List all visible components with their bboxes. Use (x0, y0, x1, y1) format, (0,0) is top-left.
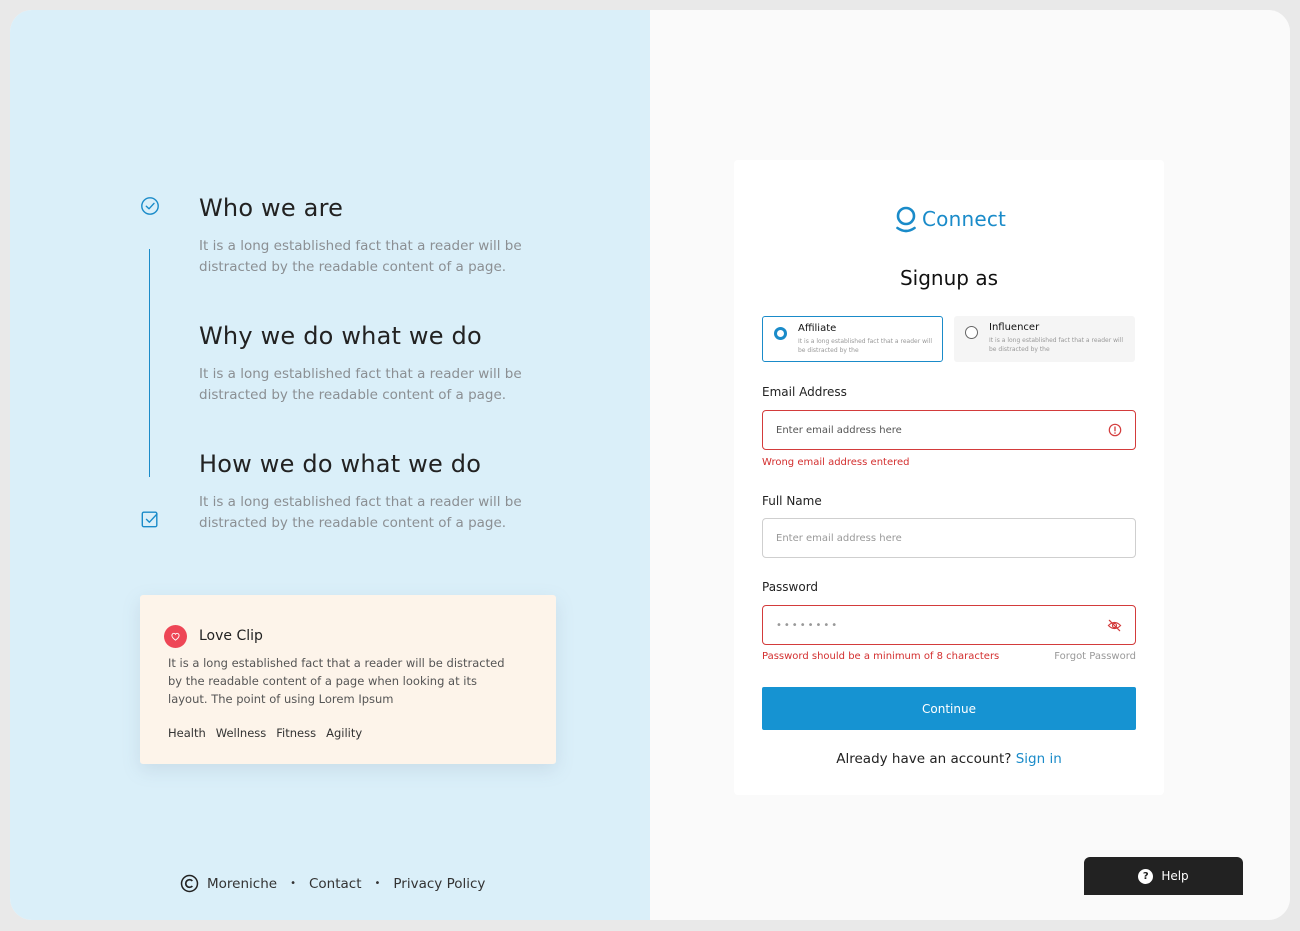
option-title: Affiliate (798, 323, 837, 334)
name-field[interactable]: Enter email address here (762, 518, 1136, 558)
password-label: Password (762, 580, 819, 594)
section-who-we-are: Who we are It is a long established fact… (199, 194, 559, 278)
section-heading: Who we are (199, 194, 344, 222)
email-error: Wrong email address entered (762, 457, 910, 468)
form-title: Signup as (899, 266, 999, 290)
continue-button[interactable]: Continue (762, 687, 1136, 730)
tag: Wellness (215, 726, 267, 740)
error-info-icon (1108, 423, 1122, 437)
email-label: Email Address (762, 385, 847, 399)
brand-name: Connect (922, 207, 1007, 231)
radio-selected-icon[interactable] (774, 327, 787, 340)
app-frame: Who we are It is a long established fact… (10, 10, 1290, 920)
check-square-icon (141, 511, 158, 528)
section-heading: Why we do what we do (199, 322, 482, 350)
footer-link-contact[interactable]: Contact (309, 876, 362, 892)
card-text: It is a long established fact that a rea… (168, 656, 505, 706)
section-text: It is a long established fact that a rea… (199, 366, 522, 403)
copyright-icon (180, 874, 199, 893)
section-heading: How we do what we do (199, 450, 482, 478)
love-clip-logo-icon (164, 625, 187, 648)
signin-text: Already have an account? (836, 751, 1012, 767)
forgot-password-link[interactable]: Forgot Password (1054, 651, 1136, 662)
password-field[interactable]: •••••••• (762, 605, 1136, 645)
footer-separator: • (374, 878, 381, 889)
help-label: Help (1161, 869, 1189, 883)
email-field[interactable]: Enter email address here (762, 410, 1136, 450)
testimonial-card: Love Clip It is a long established fact … (140, 595, 556, 764)
option-desc: It is a long established fact that a rea… (798, 338, 933, 354)
check-circle-icon (141, 197, 159, 215)
option-desc: It is a long established fact that a rea… (989, 337, 1124, 353)
name-placeholder: Enter email address here (776, 532, 902, 544)
password-error: Password should be a minimum of 8 charac… (762, 651, 1000, 662)
option-influencer[interactable]: Influencer It is a long established fact… (954, 316, 1135, 362)
signin-link[interactable]: Sign in (1016, 751, 1062, 767)
eye-off-icon[interactable] (1107, 618, 1122, 633)
help-button[interactable]: ? Help (1084, 857, 1243, 895)
option-title: Influencer (989, 322, 1040, 333)
connect-logo-icon (896, 206, 916, 233)
info-panel: Who we are It is a long established fact… (10, 10, 650, 920)
tag: Fitness (276, 726, 317, 740)
password-value: •••••••• (776, 619, 840, 631)
timeline-line (149, 249, 150, 477)
section-how: How we do what we do It is a long establ… (199, 450, 559, 534)
option-affiliate[interactable]: Affiliate It is a long established fact … (762, 316, 943, 362)
footer-link-privacy[interactable]: Privacy Policy (393, 876, 485, 892)
section-text: It is a long established fact that a rea… (199, 494, 522, 531)
footer-separator: • (290, 878, 296, 889)
email-placeholder: Enter email address here (776, 424, 902, 436)
tag: Health (168, 726, 206, 740)
section-why: Why we do what we do It is a long establ… (199, 322, 559, 406)
form-panel: Connect Signup as Affiliate It is a long… (650, 10, 1290, 920)
help-icon: ? (1138, 868, 1154, 884)
card-tags: Health Wellness Fitness Agility (168, 726, 362, 740)
signup-card: Connect Signup as Affiliate It is a long… (734, 160, 1164, 795)
brand-logo: Connect (894, 204, 1006, 234)
name-label: Full Name (762, 494, 822, 508)
section-text: It is a long established fact that a rea… (199, 238, 522, 275)
footer-brand: Moreniche (207, 875, 278, 892)
tag: Agility (326, 726, 363, 740)
card-title: Love Clip (199, 628, 263, 644)
radio-unselected-icon[interactable] (965, 326, 978, 339)
footer: Moreniche • Contact • Privacy Policy (180, 874, 485, 893)
signin-prompt: Already have an account? Sign in (734, 751, 1164, 767)
